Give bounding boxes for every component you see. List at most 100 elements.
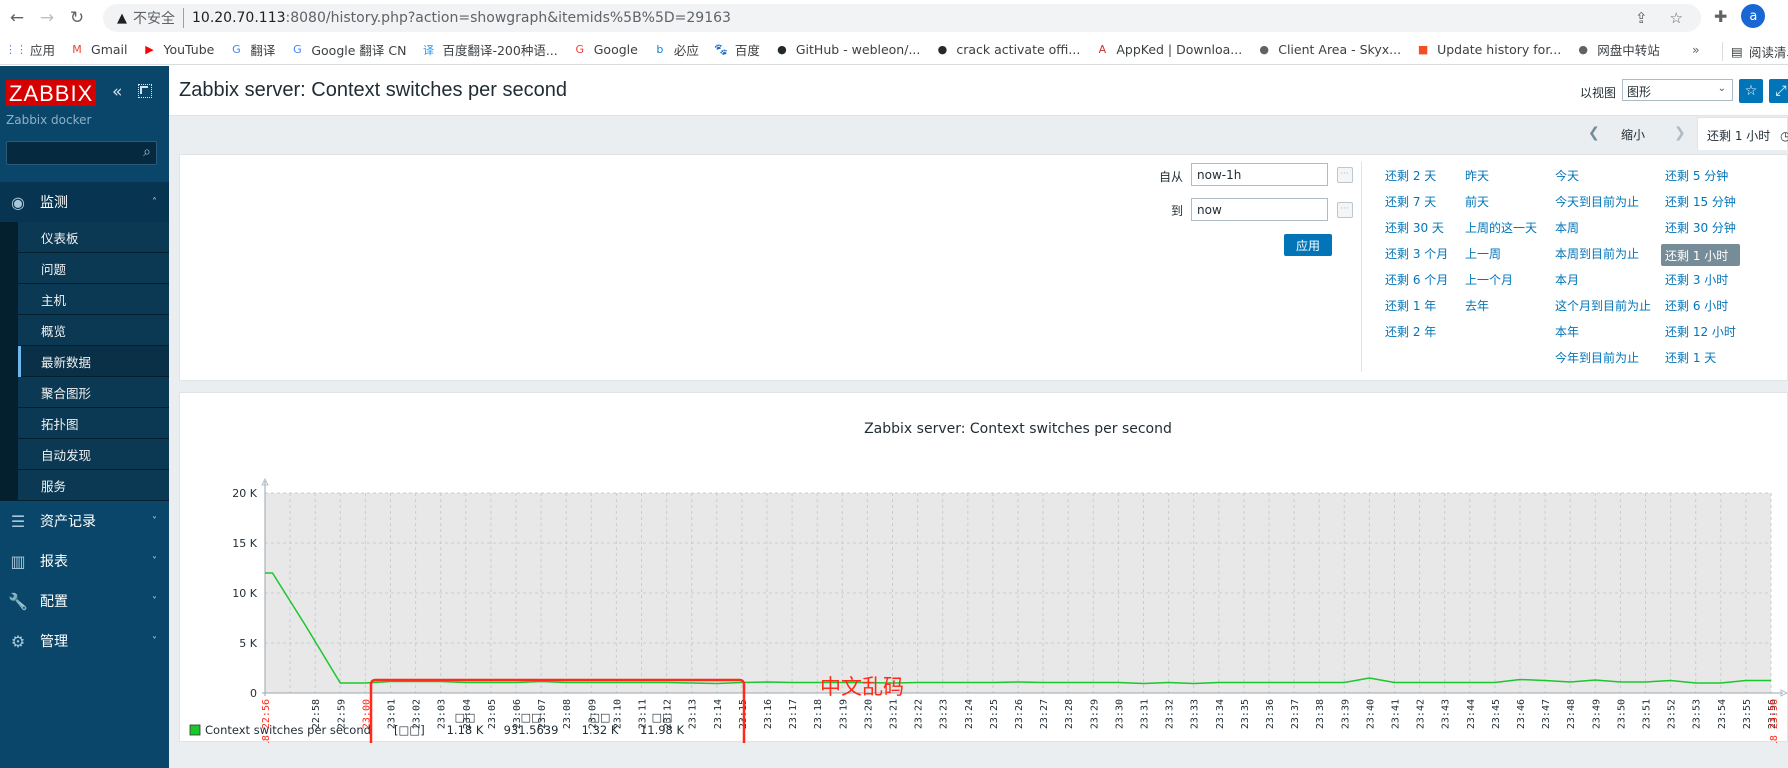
quick-range-link[interactable]: 还剩 2 年 [1381, 322, 1452, 348]
quick-range-link[interactable]: 本年 [1551, 322, 1655, 348]
server-name: Zabbix docker [6, 113, 92, 127]
sidebar-search-input[interactable]: ⌕ [6, 141, 157, 165]
search-icon[interactable]: ⌕ [143, 144, 151, 160]
bookmark-item[interactable]: b 必应 [652, 40, 699, 59]
submenu-item[interactable]: 主机 [18, 284, 169, 315]
submenu-item[interactable]: 概览 [18, 315, 169, 346]
quick-range-link[interactable]: 还剩 1 年 [1381, 296, 1452, 322]
submenu-item[interactable]: 拓扑图 [18, 408, 169, 439]
view-as-select[interactable]: 图形 ⌄ [1622, 79, 1733, 101]
address-bar[interactable]: ▲ 不安全 10.20.70.113 :8080/history.php?act… [103, 4, 1701, 32]
quick-range-link[interactable]: 还剩 6 个月 [1381, 270, 1452, 296]
quick-range-link[interactable]: 还剩 1 小时 [1661, 244, 1740, 266]
zoom-out-button[interactable]: 缩小 [1621, 126, 1645, 143]
submenu-item[interactable]: 仪表板 [18, 222, 169, 253]
globe-icon: ● [1578, 43, 1589, 56]
chevron-up-icon: ˄ [152, 196, 157, 208]
quick-range-link[interactable]: 还剩 5 分钟 [1661, 166, 1740, 192]
quick-range-link[interactable]: 还剩 30 天 [1381, 218, 1452, 244]
quick-range-link[interactable]: 去年 [1461, 296, 1541, 322]
baidu-translate-icon: 译 [422, 43, 434, 57]
bookmark-label: 百度 [734, 43, 760, 58]
submenu-item[interactable]: 自动发现 [18, 439, 169, 470]
chevron-left-icon[interactable]: ❮ [1588, 125, 1600, 141]
bookmark-item[interactable]: ● 网盘中转站 [1575, 40, 1659, 59]
quick-range-link[interactable]: 还剩 3 小时 [1661, 270, 1740, 296]
apply-button[interactable]: 应用 [1284, 234, 1332, 256]
calendar-icon[interactable] [1337, 167, 1353, 183]
quick-range-link[interactable]: 还剩 6 小时 [1661, 296, 1740, 322]
menu-section[interactable]: 🔧 配置 ˅ [0, 581, 169, 621]
bookmark-item[interactable]: 🐾 百度 [713, 40, 760, 59]
quick-range-link[interactable]: 本周 [1551, 218, 1655, 244]
x-tick-label: 23:42 [1416, 699, 1427, 729]
quick-range-link[interactable]: 昨天 [1461, 166, 1541, 192]
back-arrow-icon[interactable]: ← [4, 5, 30, 31]
submenu-item[interactable]: 最新数据 [18, 346, 169, 377]
quick-range-link[interactable]: 还剩 3 个月 [1381, 244, 1452, 270]
bookmark-item[interactable]: ▶ YouTube [141, 42, 214, 58]
kiosk-mode-icon[interactable] [138, 84, 152, 98]
bookmark-item[interactable]: G Google [572, 42, 637, 58]
bookmark-item[interactable]: G Google 翻译 CN [289, 40, 406, 59]
quick-range-link[interactable]: 这个月到目前为止 [1551, 296, 1655, 322]
x-tick-label: 23:39 [1340, 699, 1351, 729]
reload-icon[interactable]: ↻ [64, 5, 90, 31]
bookmarks-bar: ⋮⋮ 应用 M Gmail ▶ YouTube G 翻译 G Google 翻译 CN 译百度翻译-… [0, 35, 1788, 65]
submenu-item[interactable]: 问题 [18, 253, 169, 284]
bookmark-label: crack activate offi... [956, 42, 1081, 57]
graph-panel: Zabbix server: Context switches per seco… [179, 392, 1788, 743]
apps-grid-icon: ⋮⋮ [5, 43, 27, 56]
quick-range-link[interactable]: 还剩 30 分钟 [1661, 218, 1740, 244]
bookmark-star-icon[interactable]: ☆ [1670, 9, 1683, 27]
bookmark-item[interactable]: G 翻译 [228, 40, 275, 59]
quick-range-link[interactable]: 上一个月 [1461, 270, 1541, 296]
collapse-sidebar-icon[interactable]: « [112, 82, 122, 102]
fullscreen-button[interactable]: ⤢ [1769, 79, 1788, 103]
quick-range-link[interactable]: 今年到目前为止 [1551, 348, 1655, 374]
bookmark-item[interactable]: ● Client Area - Skyx... [1256, 42, 1401, 58]
submenu-item[interactable]: 服务 [18, 470, 169, 501]
calendar-icon[interactable] [1337, 202, 1353, 218]
bookmark-item[interactable]: ⋮⋮ 应用 [5, 40, 55, 59]
menu-section[interactable]: ▥ 报表 ˅ [0, 541, 169, 581]
quick-range-link[interactable]: 上一周 [1461, 244, 1541, 270]
zabbix-logo[interactable]: ZABBIX [6, 80, 97, 106]
menu-section-label: 资产记录 [40, 514, 96, 530]
menu-section[interactable]: ◉ 监测 ˄ [0, 182, 169, 222]
bookmark-item[interactable]: 译百度翻译-200种语... [420, 40, 558, 59]
menu-section[interactable]: ⚙ 管理 ˅ [0, 621, 169, 661]
quick-range-link[interactable]: 还剩 15 分钟 [1661, 192, 1740, 218]
bookmarks-overflow-button[interactable]: » [1692, 42, 1700, 57]
quick-range-link[interactable]: 本月 [1551, 270, 1655, 296]
chevron-right-icon[interactable]: ❯ [1674, 125, 1686, 141]
quick-range-link[interactable]: 还剩 7 天 [1381, 192, 1452, 218]
tab-time-range[interactable]: 还剩 1 小时 ◷ [1697, 117, 1788, 150]
quick-range-link[interactable]: 上周的这一天 [1461, 218, 1541, 244]
share-icon[interactable]: ⇪ [1635, 9, 1648, 27]
quick-range-link[interactable]: 还剩 1 天 [1661, 348, 1740, 374]
submenu-item[interactable]: 聚合图形 [18, 377, 169, 408]
reading-list-button[interactable]: ▤ 阅读清单 [1722, 42, 1788, 61]
bookmark-item[interactable]: ● crack activate offi... [934, 42, 1081, 58]
add-to-favorites-button[interactable]: ☆ [1739, 79, 1763, 103]
to-input[interactable]: now [1191, 198, 1328, 221]
quick-range-link[interactable]: 本周到目前为止 [1551, 244, 1655, 270]
list-icon: ☰ [10, 511, 26, 531]
menu-section-label: 监测 [40, 195, 68, 211]
bookmark-item[interactable]: A AppKed | Downloa... [1094, 42, 1243, 58]
menu-section[interactable]: ☰ 资产记录 ˅ [0, 501, 169, 541]
extensions-puzzle-icon[interactable]: ✚ [1714, 7, 1727, 26]
bookmark-item[interactable]: ● GitHub - webleon/... [774, 42, 920, 58]
from-input[interactable]: now-1h [1191, 163, 1328, 186]
quick-range-link[interactable]: 今天到目前为止 [1551, 192, 1655, 218]
quick-range-link[interactable]: 今天 [1551, 166, 1655, 192]
quick-range-link[interactable]: 还剩 2 天 [1381, 166, 1452, 192]
bookmark-item[interactable]: ■ Update history for... [1415, 42, 1561, 58]
bookmark-item[interactable]: M Gmail [69, 42, 127, 58]
bookmark-label: Client Area - Skyx... [1278, 42, 1402, 57]
profile-avatar[interactable]: a [1741, 4, 1766, 28]
quick-range-link[interactable]: 前天 [1461, 192, 1541, 218]
quick-range-link[interactable]: 还剩 12 小时 [1661, 322, 1740, 348]
forward-arrow-icon[interactable]: → [34, 5, 60, 31]
